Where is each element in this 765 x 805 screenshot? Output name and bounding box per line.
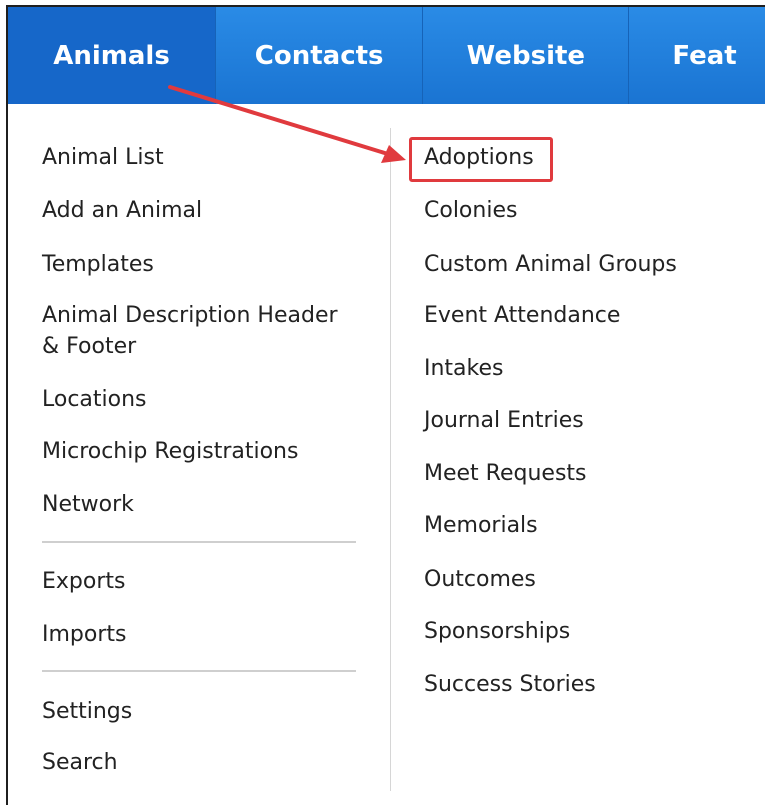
annotation-arrow [168,85,406,163]
